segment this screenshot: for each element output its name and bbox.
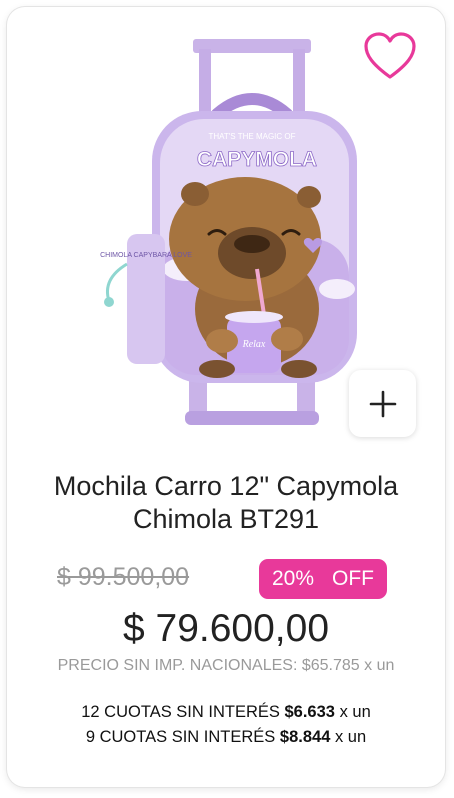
product-card[interactable]: THAT'S THE MAGIC OF CAPYMOLA Relax CHIMO…: [7, 7, 445, 787]
bag-logo: CAPYMOLA: [197, 148, 317, 171]
bag-tagline: THAT'S THE MAGIC OF: [208, 132, 295, 141]
add-to-cart-button[interactable]: [349, 370, 416, 437]
installment-suffix: x un: [334, 728, 367, 746]
product-title-line2: Chimola BT291: [132, 504, 320, 534]
installment-suffix: x un: [339, 703, 371, 721]
product-image[interactable]: THAT'S THE MAGIC OF CAPYMOLA Relax CHIMO…: [97, 39, 387, 439]
installment-label: 9 CUOTAS SIN INTERÉS: [85, 728, 276, 746]
installment-amount: $8.844: [279, 728, 331, 746]
pouch-label: CHIMOLA CAPYBARA LOVE: [100, 252, 192, 259]
discount-percent: 20%: [271, 567, 315, 590]
original-price: $ 99.500,00: [57, 563, 190, 591]
installment-row: 9 CUOTAS SIN INTERÉS $8.844 x un: [7, 725, 445, 750]
net-price-note: PRECIO SIN IMP. NACIONALES: $65.785 x un: [57, 657, 395, 674]
plus-icon: [369, 390, 396, 417]
product-title[interactable]: Mochila Carro 12" Capymola Chimola BT291: [7, 470, 445, 536]
installment-amount: $6.633: [284, 703, 335, 721]
installment-row: 12 CUOTAS SIN INTERÉS $6.633 x un: [7, 700, 445, 725]
current-price: $ 79.600,00: [122, 607, 330, 650]
price-row: $ 99.500,00 20% OFF: [7, 559, 445, 599]
product-title-line1: Mochila Carro 12" Capymola: [53, 471, 399, 501]
cup-label: Relax: [242, 339, 266, 350]
discount-badge: 20% OFF: [259, 559, 387, 599]
installments: 12 CUOTAS SIN INTERÉS $6.633 x un 9 CUOT…: [7, 700, 445, 750]
installment-label: 12 CUOTAS SIN INTERÉS: [81, 703, 280, 721]
discount-label: OFF: [332, 567, 375, 590]
